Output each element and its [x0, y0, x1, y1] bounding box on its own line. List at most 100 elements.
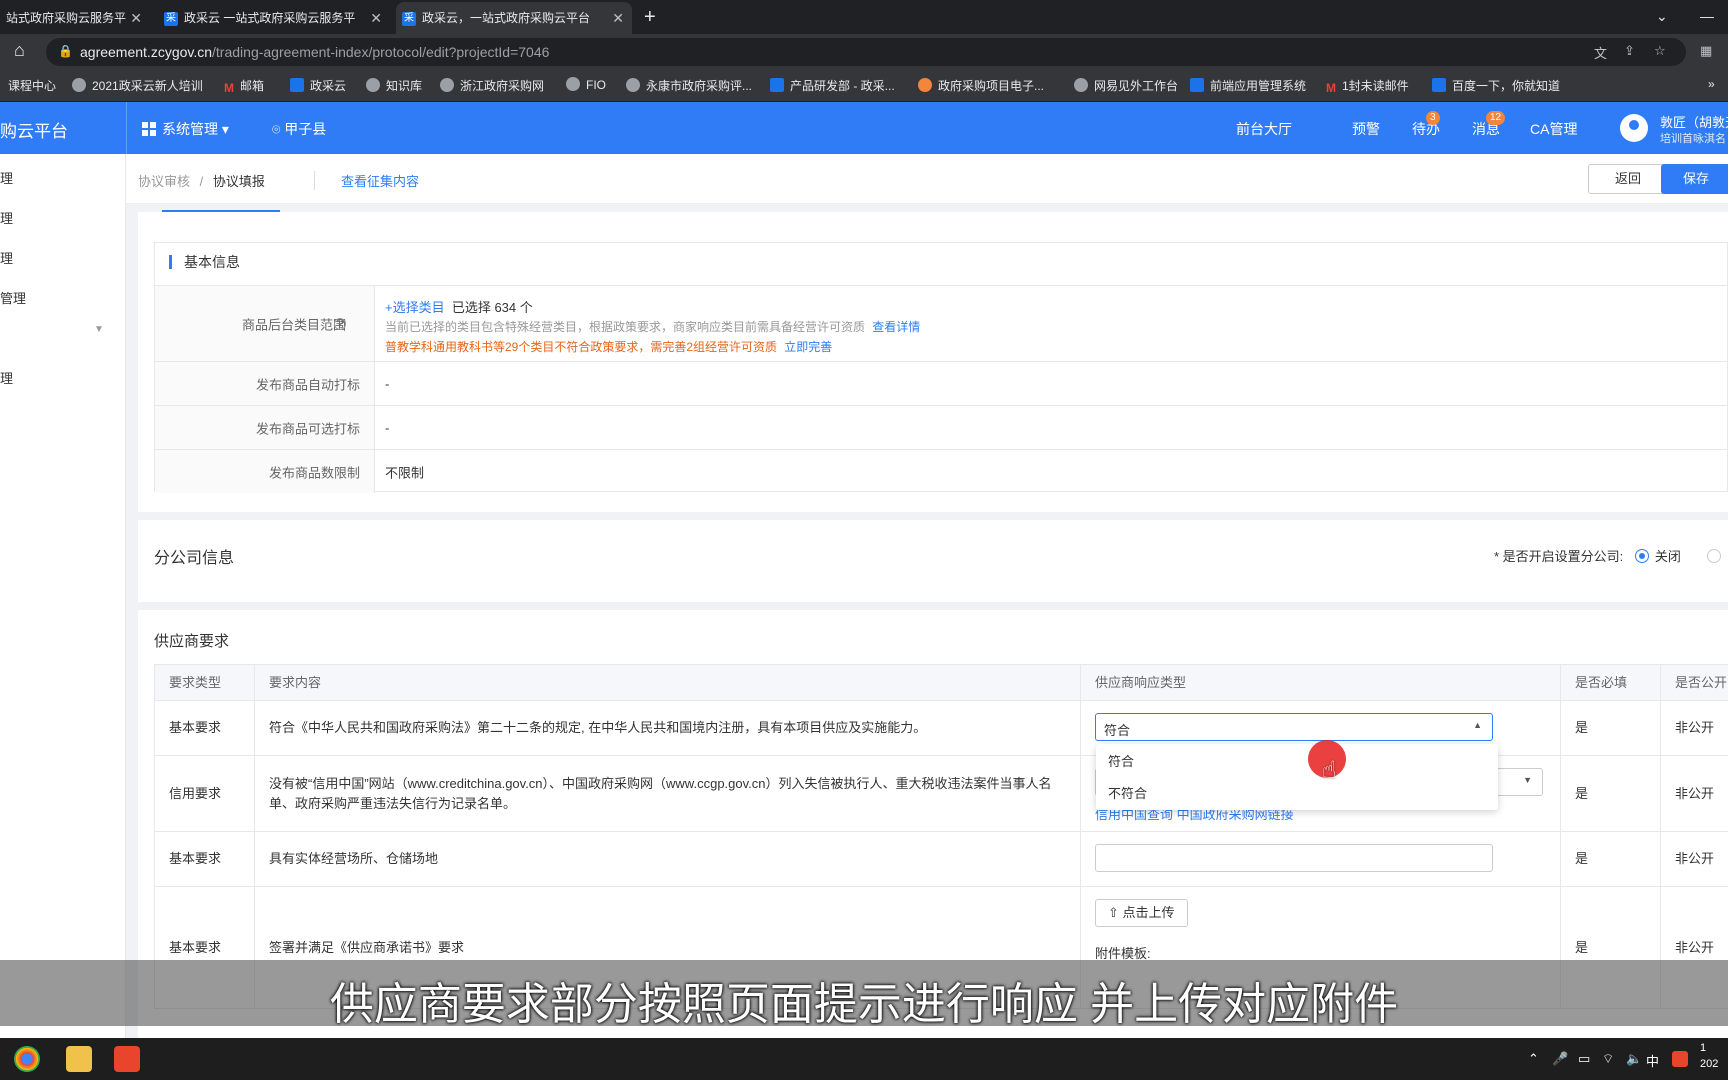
- view-details-link[interactable]: 查看详情: [872, 320, 920, 334]
- bookmark-item[interactable]: 产品研发部 - 政采...: [770, 77, 895, 94]
- upload-button[interactable]: ⇧ 点击上传: [1095, 899, 1188, 927]
- bookmark-item[interactable]: 政采云: [290, 77, 346, 94]
- bookmark-item[interactable]: 知识库: [366, 77, 422, 94]
- qty-limit-label: 发布商品数限制: [268, 465, 360, 480]
- nav-front-hall[interactable]: 前台大厅: [1236, 119, 1292, 139]
- column-header: 是否必填: [1575, 674, 1628, 690]
- mail-icon: M: [224, 81, 234, 95]
- bookmark-item[interactable]: 前端应用管理系统: [1190, 77, 1306, 94]
- bookmark-item[interactable]: FIO: [566, 77, 606, 92]
- clock-time[interactable]: 1: [1700, 1042, 1706, 1054]
- bookmark-item[interactable]: 课程中心: [8, 77, 56, 94]
- todo-count-badge: 3: [1426, 111, 1440, 125]
- share-icon[interactable]: ⇪: [1624, 43, 1635, 59]
- chrome-icon[interactable]: [14, 1046, 40, 1072]
- home-icon[interactable]: ⌂: [14, 40, 25, 61]
- avatar[interactable]: [1620, 114, 1648, 142]
- bookmark-item[interactable]: 浙江政府采购网: [440, 77, 544, 94]
- view-collection-link[interactable]: 查看征集内容: [314, 171, 419, 190]
- url-text[interactable]: agreement.zcygov.cn/trading-agreement-in…: [80, 44, 549, 60]
- platform-brand[interactable]: 购云平台: [0, 117, 68, 142]
- zcy-favicon-icon: 采: [164, 11, 178, 26]
- nav-warning[interactable]: 预警: [1352, 119, 1380, 139]
- response-type-select[interactable]: 符合 ▲: [1095, 713, 1493, 741]
- back-button[interactable]: 返回: [1588, 164, 1668, 194]
- caret-down-icon: ▾: [221, 121, 229, 137]
- volume-icon[interactable]: 🔈: [1626, 1051, 1642, 1067]
- star-icon[interactable]: ☆: [1654, 43, 1666, 59]
- dropdown-option-not-comply[interactable]: 不符合: [1096, 778, 1498, 810]
- public-value: 非公开: [1675, 785, 1715, 801]
- translate-icon[interactable]: 文: [1594, 43, 1607, 62]
- column-header: 是否公开: [1675, 674, 1728, 690]
- dropdown-option-comply[interactable]: 符合: [1096, 746, 1498, 778]
- extension-icon[interactable]: ▦: [1700, 43, 1712, 59]
- minimize-icon[interactable]: —: [1700, 0, 1714, 32]
- requirement-content: 具有实体经营场所、仓储场地: [269, 851, 439, 866]
- table-cell: 基本要求: [154, 832, 254, 886]
- more-bookmarks-icon[interactable]: »: [1708, 77, 1715, 91]
- ime-indicator[interactable]: 中: [1646, 1051, 1659, 1070]
- microphone-icon[interactable]: 🎤: [1552, 1051, 1568, 1067]
- bookmark-item[interactable]: M 1封未读邮件: [1326, 77, 1409, 95]
- help-icon[interactable]: ?: [334, 317, 346, 330]
- sidebar-item[interactable]: 理: [0, 248, 13, 267]
- system-menu-button[interactable]: 系统管理 ▾: [142, 119, 229, 139]
- response-type-dropdown: 符合 不符合: [1096, 744, 1498, 810]
- bookmark-item[interactable]: 2021政采云新人培训: [72, 77, 203, 94]
- bookmark-item[interactable]: M 邮箱: [224, 77, 264, 95]
- close-icon[interactable]: ✕: [612, 2, 624, 34]
- save-button[interactable]: 保存: [1661, 164, 1728, 194]
- supplier-requirements-table: 要求类型 要求内容 供应商响应类型 是否必填 是否公开 基本要求 符合《中华人民…: [154, 664, 1728, 1009]
- region-label: 甲子县: [284, 121, 327, 137]
- table-cell: 是: [1560, 756, 1660, 831]
- table-cell: [1080, 832, 1560, 886]
- bookmark-label: FIO: [586, 78, 606, 92]
- sidebar-item[interactable]: 理: [0, 368, 13, 387]
- camtasia-icon[interactable]: [114, 1046, 140, 1072]
- sidebar-item[interactable]: 理: [0, 168, 13, 187]
- tray-chevron-icon[interactable]: ⌃: [1528, 1051, 1539, 1067]
- clock-date[interactable]: 202: [1700, 1058, 1718, 1070]
- bookmark-item[interactable]: 网易见外工作台: [1074, 77, 1178, 94]
- close-icon[interactable]: ✕: [130, 2, 142, 34]
- sidebar-item-management[interactable]: 管理: [0, 288, 26, 307]
- nav-todo[interactable]: 待办 3: [1412, 111, 1440, 139]
- public-value: 非公开: [1675, 720, 1715, 735]
- folder-icon[interactable]: [66, 1046, 92, 1072]
- sidebar-item[interactable]: 理: [0, 208, 13, 227]
- optional-tag-value: -: [385, 420, 390, 435]
- radio-off-option[interactable]: [1634, 549, 1649, 563]
- requirement-type: 基本要求: [169, 720, 222, 735]
- video-caption: 供应商要求部分按照页面提示进行响应 并上传对应附件: [329, 980, 1399, 1029]
- network-icon[interactable]: ⌔: [1602, 1051, 1614, 1067]
- browser-tab[interactable]: 采政采云 一站式政府采购云服务平 ✕: [158, 2, 390, 34]
- requirement-type: 信用要求: [169, 785, 222, 801]
- browser-tab[interactable]: 站式政府采购云服务平 ✕: [0, 2, 150, 34]
- bookmark-item[interactable]: 政府采购项目电子...: [918, 77, 1044, 94]
- breadcrumb-parent[interactable]: 协议审核: [138, 174, 190, 189]
- radio-off-label[interactable]: 关闭: [1655, 549, 1681, 564]
- close-icon[interactable]: ✕: [370, 2, 382, 34]
- auto-tag-label: 发布商品自动打标: [255, 377, 360, 392]
- nav-ca-management[interactable]: CA管理: [1530, 119, 1577, 139]
- bookmark-item[interactable]: 永康市政府采购评...: [626, 77, 752, 94]
- battery-icon[interactable]: ▭: [1578, 1051, 1590, 1067]
- response-text-input[interactable]: [1095, 844, 1493, 872]
- requirement-content: 没有被“信用中国”网站（www.creditchina.gov.cn）、中国政府…: [269, 775, 1052, 811]
- chevron-down-icon[interactable]: ⌄: [1656, 0, 1668, 32]
- new-tab-button[interactable]: +: [644, 2, 656, 32]
- browser-tab-active[interactable]: 采政采云，一站式政府采购云平台 ✕: [396, 2, 632, 34]
- region-selector[interactable]: ⌾ 甲子县: [272, 119, 326, 139]
- nav-messages[interactable]: 消息 12: [1472, 111, 1506, 139]
- select-category-link[interactable]: +选择类目: [385, 300, 445, 315]
- chevron-down-icon[interactable]: ▼: [94, 324, 104, 335]
- required-value: 是: [1575, 939, 1589, 955]
- sogou-icon[interactable]: [1672, 1051, 1688, 1067]
- user-name[interactable]: 敦匠（胡敦天: [1660, 112, 1728, 131]
- bookmark-item[interactable]: 百度一下，你就知道: [1432, 77, 1560, 94]
- header-cell: 是否必填: [1560, 665, 1660, 700]
- complete-now-link[interactable]: 立即完善: [784, 340, 832, 354]
- radio-on-option[interactable]: [1706, 549, 1721, 563]
- address-bar[interactable]: 🔒 agreement.zcygov.cn/trading-agreement-…: [46, 38, 1712, 66]
